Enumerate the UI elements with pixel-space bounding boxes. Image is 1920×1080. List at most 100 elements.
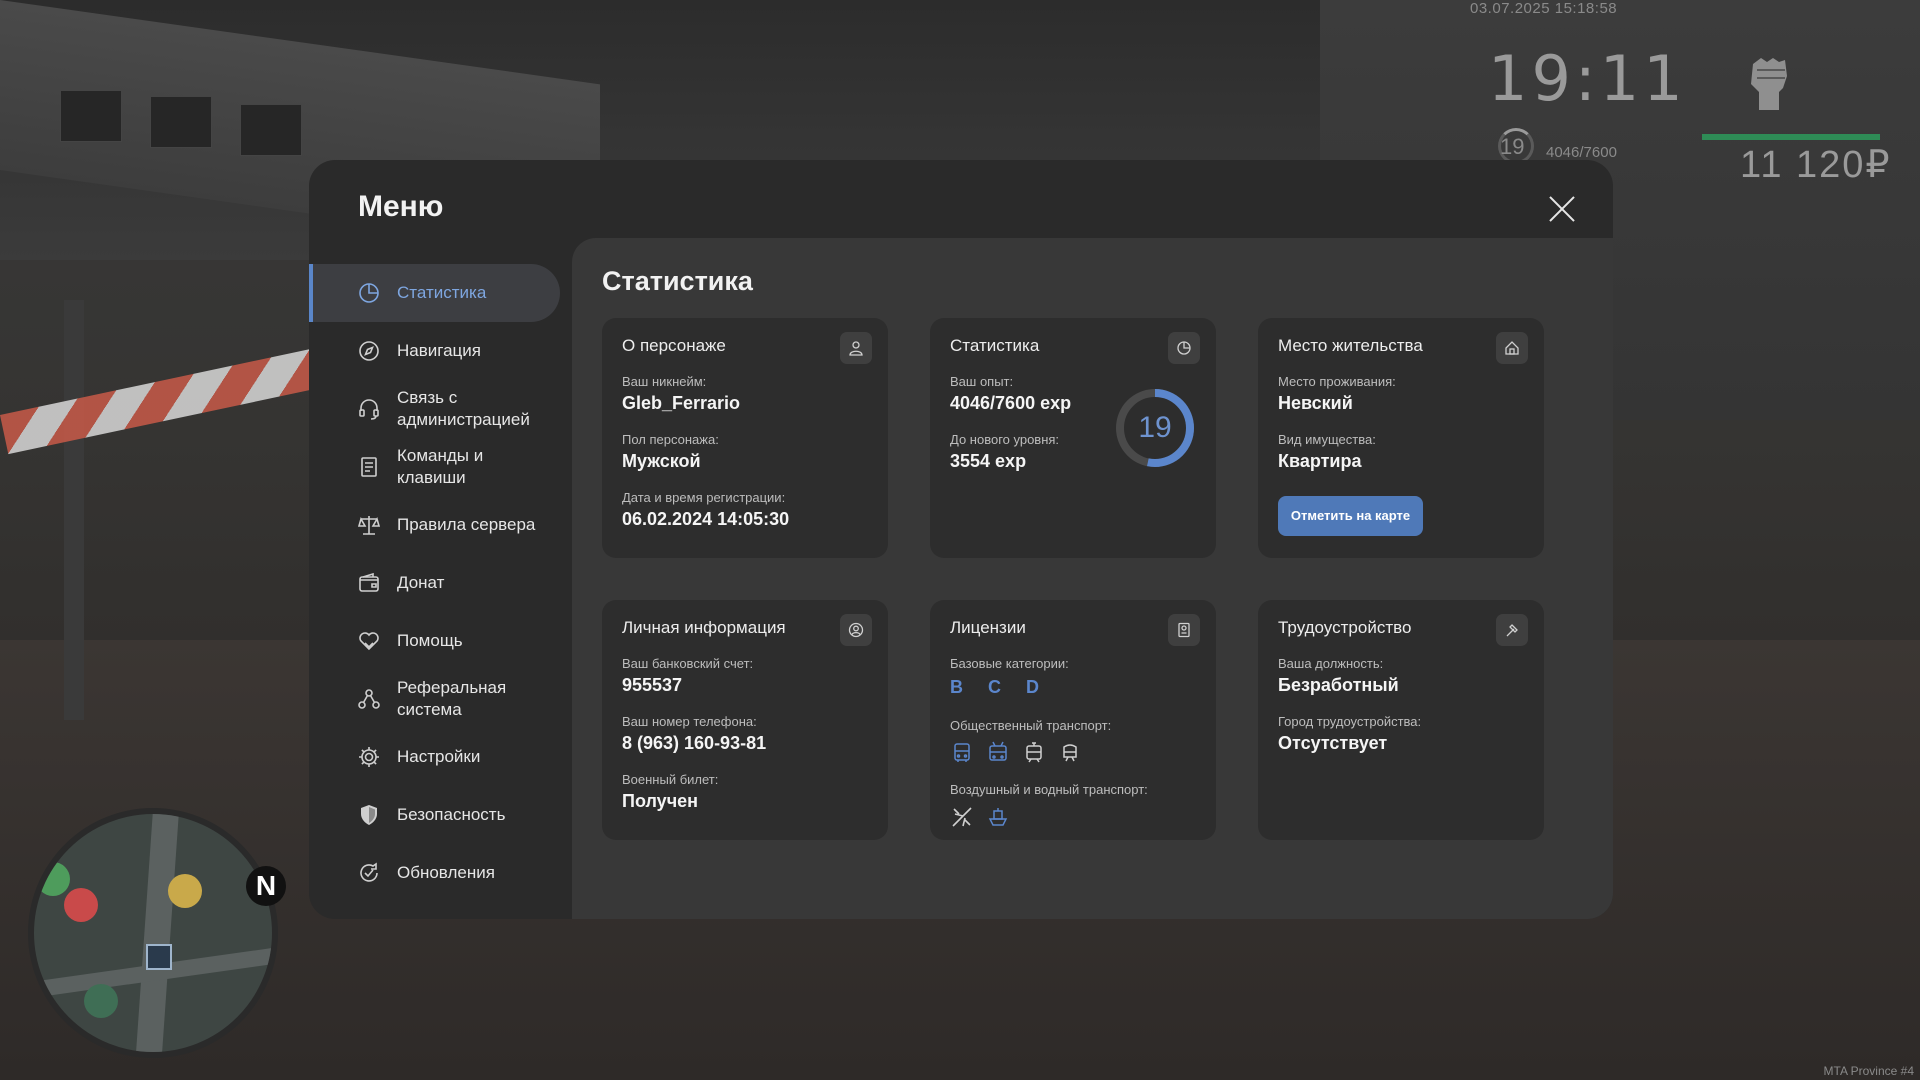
job-city-label: Город трудоустройства: — [1278, 714, 1422, 729]
headset-icon — [359, 399, 379, 420]
user-icon — [849, 341, 863, 356]
level-number: 19 — [1138, 411, 1172, 444]
sidebar-item-label: Обновления — [397, 863, 495, 882]
nickname-field: Ваш никнейм: Gleb_Ferrario — [622, 374, 740, 414]
gender-field: Пол персонажа: Мужской — [622, 432, 719, 472]
air-water-transport-field: Воздушный и водный транспорт: — [950, 782, 1148, 829]
tram-icon — [1026, 742, 1042, 763]
position-field: Ваша должность: Безработный — [1278, 656, 1399, 696]
trolleybus-icon — [989, 741, 1007, 761]
next-level-field: До нового уровня: 3554 exp — [950, 432, 1059, 472]
main-menu: Меню Статистика Навигация Связь с админи… — [309, 160, 1613, 919]
property-value: Квартира — [1278, 451, 1362, 471]
close-icon[interactable] — [1545, 192, 1579, 226]
job-city-value: Отсутствует — [1278, 733, 1388, 753]
sidebar-item-label: Связь с администрацией — [397, 388, 530, 429]
employment-card: Трудоустройство Ваша должность: Безработ… — [1258, 600, 1544, 840]
building-window — [150, 96, 212, 148]
user-circle-icon — [848, 622, 864, 638]
card-icon — [1496, 614, 1528, 646]
house-icon — [1505, 341, 1519, 355]
sidebar-item-commands[interactable]: Команды и клавиши — [309, 438, 564, 496]
barrier — [0, 346, 332, 455]
sidebar-item-statistics[interactable]: Статистика — [309, 264, 560, 322]
mark-on-map-button[interactable]: Отметить на карте — [1278, 496, 1423, 536]
sidebar-item-label: Настройки — [397, 747, 481, 766]
card-title: Место жительства — [1278, 336, 1423, 355]
health-bar — [1702, 134, 1880, 140]
bank-value: 955537 — [622, 675, 683, 695]
content-panel: Статистика О персонаже Ваш никнейм: Gleb… — [572, 238, 1613, 919]
card-icon — [840, 332, 872, 364]
card-title: О персонаже — [622, 336, 726, 355]
phone-value: 8 (963) 160-93-81 — [622, 733, 767, 753]
regdate-field: Дата и время регистрации: 06.02.2024 14:… — [622, 490, 789, 530]
referral-icon — [358, 689, 380, 709]
statistics-card: Статистика Ваш опыт: 4046/7600 exp До но… — [930, 318, 1216, 558]
character-card: О персонаже Ваш никнейм: Gleb_Ferrario П… — [602, 318, 888, 558]
page-title: Статистика — [602, 266, 753, 296]
military-field: Военный билет: Получен — [622, 772, 718, 812]
sidebar-item-label: Реферальная система — [397, 678, 507, 719]
plane-icon — [952, 807, 972, 827]
sidebar-item-security[interactable]: Безопасность — [309, 786, 564, 844]
document-list-icon — [361, 457, 377, 477]
exp-value: 4046/7600 exp — [950, 393, 1072, 413]
residence-card: Место жительства Место проживания: Невск… — [1258, 318, 1544, 558]
exp-field: Ваш опыт: 4046/7600 exp — [950, 374, 1071, 414]
position-value: Безработный — [1278, 675, 1399, 695]
menu-title: Меню — [358, 190, 444, 223]
sidebar-item-referral[interactable]: Реферальная система — [309, 670, 564, 728]
job-city-field: Город трудоустройства: Отсутствует — [1278, 714, 1421, 754]
map-road — [135, 814, 179, 1052]
sidebar-item-updates[interactable]: Обновления — [309, 844, 564, 902]
sidebar-item-label: Статистика — [397, 283, 487, 302]
minimap-north: N — [246, 866, 286, 906]
building-window — [60, 90, 122, 142]
sidebar-item-label: Помощь — [397, 631, 463, 650]
card-title: Статистика — [950, 336, 1040, 355]
shield-icon — [361, 805, 377, 825]
gender-label: Пол персонажа: — [622, 432, 719, 447]
nickname-label: Ваш никнейм: — [622, 374, 707, 389]
hud-datetime: 03.07.2025 15:18:58 — [1470, 0, 1618, 17]
card-icon — [1168, 332, 1200, 364]
base-categories-value: B C D — [950, 677, 1049, 697]
sidebar-item-navigation[interactable]: Навигация — [309, 322, 564, 380]
bank-field: Ваш банковский счет: 955537 — [622, 656, 753, 696]
building-window — [240, 104, 302, 156]
air-water-transport-label: Воздушный и водный транспорт: — [950, 782, 1148, 797]
sidebar-item-help[interactable]: Помощь — [309, 612, 564, 670]
sidebar-item-label: Донат — [397, 573, 445, 592]
minimap[interactable] — [28, 808, 278, 1058]
sidebar: Статистика Навигация Связь с администрац… — [309, 264, 564, 902]
taxi-blip-icon — [168, 874, 202, 908]
sidebar-item-rules[interactable]: Правила сервера — [309, 496, 564, 554]
hud-exp: 4046/7600 — [1546, 144, 1617, 161]
hammer-icon — [1506, 624, 1518, 637]
sidebar-item-settings[interactable]: Настройки — [309, 728, 564, 786]
military-label: Военный билет: — [622, 772, 719, 787]
base-categories-label: Базовые категории: — [950, 656, 1069, 671]
next-level-value: 3554 exp — [950, 451, 1027, 471]
bus-icon — [954, 743, 970, 762]
boat-icon — [988, 808, 1008, 826]
sidebar-item-label: Команды и клавиши — [397, 446, 484, 487]
pie-chart-icon — [1177, 341, 1191, 355]
gear-icon — [359, 747, 379, 767]
place-field: Место проживания: Невский — [1278, 374, 1396, 414]
sidebar-item-admin-contact[interactable]: Связь с администрацией — [309, 380, 564, 438]
sidebar-item-label: Безопасность — [397, 805, 506, 824]
exp-label: Ваш опыт: — [950, 374, 1014, 389]
compass-icon — [359, 341, 379, 361]
position-label: Ваша должность: — [1278, 656, 1384, 671]
sidebar-item-donate[interactable]: Донат — [309, 554, 564, 612]
license-icon — [1178, 622, 1190, 638]
phone-field: Ваш номер телефона: 8 (963) 160-93-81 — [622, 714, 766, 754]
pie-chart-icon — [359, 283, 379, 303]
hospital-blip-icon — [64, 888, 98, 922]
card-icon — [1168, 614, 1200, 646]
regdate-label: Дата и время регистрации: — [622, 490, 786, 505]
metro-icon — [1063, 744, 1077, 762]
property-field: Вид имущества: Квартира — [1278, 432, 1376, 472]
